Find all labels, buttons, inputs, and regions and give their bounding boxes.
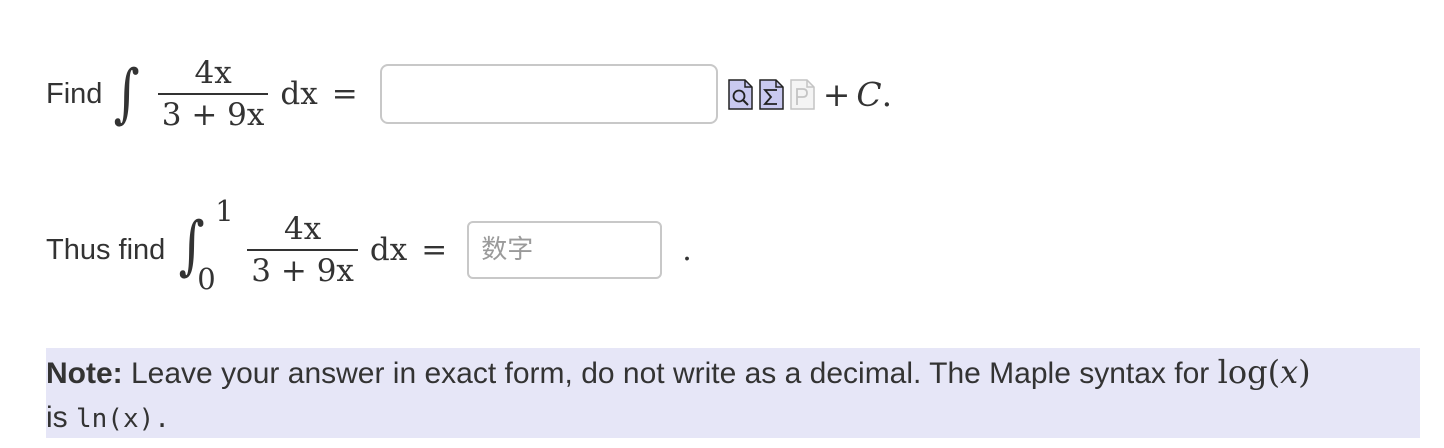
note-text: Leave your answer in exact form, do not … [122,357,1218,390]
numerator: 4x [190,55,235,93]
question-2: Thus find ∫ 1 0 4x 3 + 9x dx = . [46,194,692,300]
note-line-1: Note: Leave your answer in exact form, d… [46,350,1420,396]
preview-icon[interactable] [727,78,753,110]
trailing-period: . [682,232,692,268]
log-function: log(x) [1217,353,1311,391]
answer-tools [727,78,821,110]
note-period: . [154,404,170,434]
question-2-lead: Thus find [46,233,166,266]
plot-icon[interactable] [789,78,815,110]
antiderivative-answer-input[interactable] [379,64,718,124]
upper-limit: 1 [215,194,234,228]
numerator: 4x [284,211,322,247]
note-box: Note: Leave your answer in exact form, d… [46,348,1420,438]
definite-integral: ∫ 1 0 [175,194,245,300]
numerator-text: 4x [194,55,232,91]
note-label: Note: [46,357,123,390]
integrand-fraction: 4x 3 + 9x [247,211,358,289]
sigma-palette-icon[interactable] [758,78,784,110]
denominator: 3 + 9x [161,97,265,133]
constant-of-integration: C [856,74,882,114]
denominator: 3 + 9x [251,253,354,289]
log-arg: x [1280,353,1299,391]
question-1: Find ∫ 4x 3 + 9x dx = + C . [46,55,892,133]
definite-integral-answer-input[interactable] [467,221,663,279]
log-fn-name: log [1217,353,1268,391]
equals-sign: = [331,76,358,112]
note-line-2-prefix: is [46,401,76,434]
integral-sign: ∫ [114,57,141,131]
differential: dx [280,76,318,112]
question-1-lead: Find [46,77,103,110]
plus-sign: + [822,74,851,114]
equals-sign: = [421,232,448,268]
note-line-2: is ln(x). [46,396,1420,441]
lower-limit: 0 [197,262,216,296]
trailing-period: . [881,74,893,114]
maple-code: ln(x) [76,404,155,434]
differential: dx [369,232,408,268]
integrand-fraction: 4x 3 + 9x [157,55,269,133]
